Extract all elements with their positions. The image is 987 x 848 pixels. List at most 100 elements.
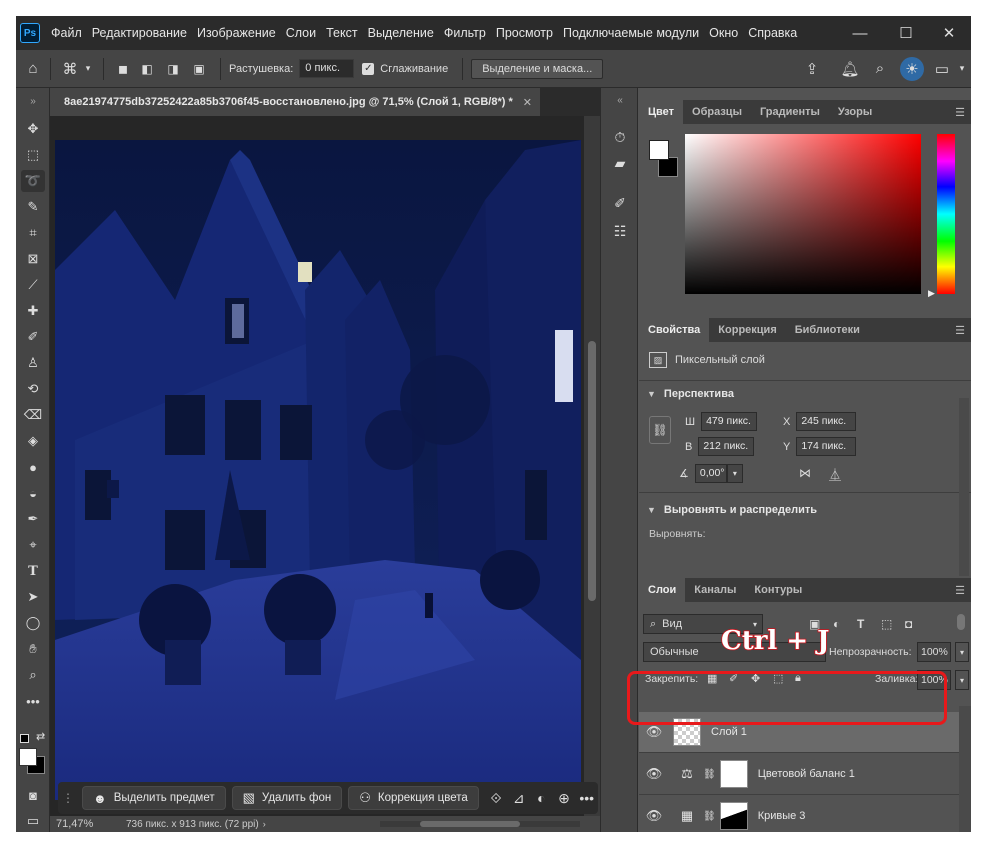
search-icon[interactable]: ⌕ bbox=[870, 60, 890, 77]
layer-row[interactable]: 👁︎ ⚖ ⛓ Цветовой баланс 1 bbox=[639, 754, 959, 795]
collapse-toolbar-icon[interactable]: » bbox=[21, 90, 45, 112]
quick-mask-icon[interactable]: ◙ bbox=[21, 784, 45, 806]
angle-chevron-icon[interactable]: ▾ bbox=[726, 464, 743, 483]
brush-settings-icon[interactable]: ✐ bbox=[608, 192, 632, 214]
filter-type-icon[interactable]: T bbox=[857, 617, 864, 631]
path-selection-icon[interactable]: ➤ bbox=[21, 586, 45, 608]
filter-adjustment-icon[interactable]: ◐ bbox=[833, 617, 840, 631]
lasso-tool-preset-icon[interactable]: ⌘ bbox=[59, 60, 81, 78]
quick-selection-tool-icon[interactable]: ✎ bbox=[21, 196, 45, 218]
hue-marker-icon[interactable]: ▶ bbox=[928, 288, 935, 299]
menu-file[interactable]: Файл bbox=[46, 26, 87, 40]
layer-row[interactable]: 👁︎ ▦ ⛓ Кривые 3 bbox=[639, 796, 959, 832]
select-mask-button[interactable]: Выделение и маска... bbox=[471, 58, 604, 79]
tab-adjustments[interactable]: Коррекция bbox=[709, 318, 785, 342]
tab-patterns[interactable]: Узоры bbox=[829, 100, 881, 124]
close-window-icon[interactable]: ✕ bbox=[926, 16, 971, 50]
drag-handle-icon[interactable]: ⋮ bbox=[62, 791, 74, 805]
menu-select[interactable]: Выделение bbox=[363, 26, 439, 40]
height-input[interactable]: 212 пикс. bbox=[698, 437, 755, 456]
close-icon[interactable]: ✕ bbox=[523, 96, 532, 109]
ellipse-tool-icon[interactable]: ◯ bbox=[21, 612, 45, 634]
add-selection-icon[interactable]: ◧ bbox=[134, 62, 160, 76]
perspective-icon[interactable]: ⊿ bbox=[507, 790, 530, 807]
color-field[interactable] bbox=[685, 134, 921, 294]
swap-colors-icon[interactable]: ⇄ bbox=[36, 730, 45, 743]
more-tools-icon[interactable]: ••• bbox=[21, 690, 45, 712]
dodge-tool-icon[interactable]: ◒ bbox=[21, 482, 45, 504]
zoom-tool-icon[interactable]: ⌕ bbox=[21, 664, 45, 686]
visibility-eye-icon[interactable]: 👁︎ bbox=[639, 766, 669, 782]
opacity-input[interactable]: 100% bbox=[917, 642, 951, 662]
healing-brush-icon[interactable]: ✚ bbox=[21, 300, 45, 322]
menu-help[interactable]: Справка bbox=[743, 26, 802, 40]
properties-scrollbar[interactable] bbox=[959, 398, 969, 576]
menu-edit[interactable]: Редактирование bbox=[87, 26, 192, 40]
new-selection-icon[interactable]: ◼ bbox=[112, 62, 134, 76]
maximize-icon[interactable]: ☐ bbox=[883, 16, 929, 50]
vertical-scrollbar[interactable] bbox=[584, 116, 600, 816]
collapse-dock-icon[interactable]: « bbox=[608, 89, 632, 111]
remove-background-button[interactable]: ▧ Удалить фон bbox=[231, 786, 343, 810]
frame-tool-icon[interactable]: ⊠ bbox=[21, 248, 45, 270]
menu-window[interactable]: Окно bbox=[704, 26, 743, 40]
horizontal-scrollbar[interactable] bbox=[380, 821, 580, 827]
marquee-tool-icon[interactable]: ⬚ bbox=[21, 144, 45, 166]
blur-tool-icon[interactable]: ● bbox=[21, 456, 45, 478]
x-input[interactable]: 245 пикс. bbox=[796, 412, 857, 431]
panel-foreground-swatch[interactable] bbox=[649, 140, 669, 160]
photo-canvas[interactable] bbox=[55, 140, 581, 800]
transform-icon[interactable]: ⟐ bbox=[485, 790, 508, 807]
generate-icon[interactable]: ⊕ bbox=[553, 790, 576, 807]
color-correction-button[interactable]: ⚇ Коррекция цвета bbox=[348, 786, 479, 810]
panel-background-swatch[interactable] bbox=[658, 157, 678, 177]
layers-menu-icon[interactable]: ☰ bbox=[955, 584, 965, 597]
tab-color[interactable]: Цвет bbox=[639, 100, 684, 124]
workspace-chevron-icon[interactable]: ▾ bbox=[956, 63, 968, 74]
paint-bucket-icon[interactable]: ◈ bbox=[21, 430, 45, 452]
layers-scrollbar[interactable] bbox=[959, 706, 971, 832]
pen-anchor-icon[interactable]: ⌖ bbox=[21, 534, 45, 556]
menu-plugins[interactable]: Подключаемые модули bbox=[558, 26, 704, 40]
history-brush-icon[interactable]: ⟲ bbox=[21, 378, 45, 400]
filter-shape-icon[interactable]: ⬚ bbox=[881, 617, 892, 631]
eraser-tool-icon[interactable]: ⌫ bbox=[21, 404, 45, 426]
visibility-eye-icon[interactable]: 👁︎ bbox=[639, 724, 669, 740]
tab-channels[interactable]: Каналы bbox=[685, 578, 745, 602]
properties-menu-icon[interactable]: ☰ bbox=[955, 324, 965, 337]
workspace-icon[interactable]: ▭ bbox=[932, 60, 952, 78]
status-chevron-icon[interactable]: › bbox=[263, 819, 266, 829]
menu-image[interactable]: Изображение bbox=[192, 26, 281, 40]
hand-tool-icon[interactable]: ✋︎ bbox=[21, 638, 45, 660]
width-input[interactable]: 479 пикс. bbox=[701, 412, 758, 431]
visibility-eye-icon[interactable]: 👁︎ bbox=[639, 808, 669, 824]
home-icon[interactable]: ⌂ bbox=[16, 60, 50, 77]
zoom-level[interactable]: 71,47% bbox=[56, 818, 116, 830]
link-icon[interactable]: ⛓ bbox=[649, 416, 671, 444]
notifications-icon[interactable]: 🔔︎ bbox=[840, 60, 860, 78]
tab-paths[interactable]: Контуры bbox=[745, 578, 811, 602]
y-input[interactable]: 174 пикс. bbox=[796, 437, 857, 456]
canvas-area[interactable] bbox=[50, 116, 600, 816]
screen-mode-icon[interactable]: ▭ bbox=[21, 810, 45, 832]
tab-swatches[interactable]: Образцы bbox=[683, 100, 751, 124]
flip-vertical-icon[interactable]: ⏅ bbox=[829, 466, 841, 483]
flip-horizontal-icon[interactable]: ⋈ bbox=[799, 466, 811, 480]
history-icon[interactable]: ⏱︎ bbox=[608, 126, 632, 148]
foreground-color-swatch[interactable] bbox=[19, 748, 37, 766]
default-colors-icon[interactable] bbox=[20, 734, 29, 743]
discover-icon[interactable]: ☀ bbox=[900, 56, 924, 81]
menu-filter[interactable]: Фильтр bbox=[439, 26, 491, 40]
tab-libraries[interactable]: Библиотеки bbox=[786, 318, 869, 342]
filter-smart-object-icon[interactable]: ◘ bbox=[905, 617, 912, 631]
tab-properties[interactable]: Свойства bbox=[639, 318, 710, 342]
tab-gradients[interactable]: Градиенты bbox=[751, 100, 829, 124]
crop-tool-icon[interactable]: ⌗ bbox=[21, 222, 45, 244]
stamp-tool-icon[interactable]: ♙ bbox=[21, 352, 45, 374]
panel-menu-icon[interactable]: ☰ bbox=[955, 106, 965, 119]
more-options-icon[interactable]: ••• bbox=[575, 790, 598, 806]
document-tab[interactable]: 8ae21974775db37252422a85b3706f45-восстан… bbox=[50, 88, 540, 116]
pen-tool-icon[interactable]: ✒ bbox=[21, 508, 45, 530]
chevron-down-icon[interactable]: ▾ bbox=[81, 63, 95, 74]
minimize-icon[interactable]: — bbox=[837, 16, 883, 50]
